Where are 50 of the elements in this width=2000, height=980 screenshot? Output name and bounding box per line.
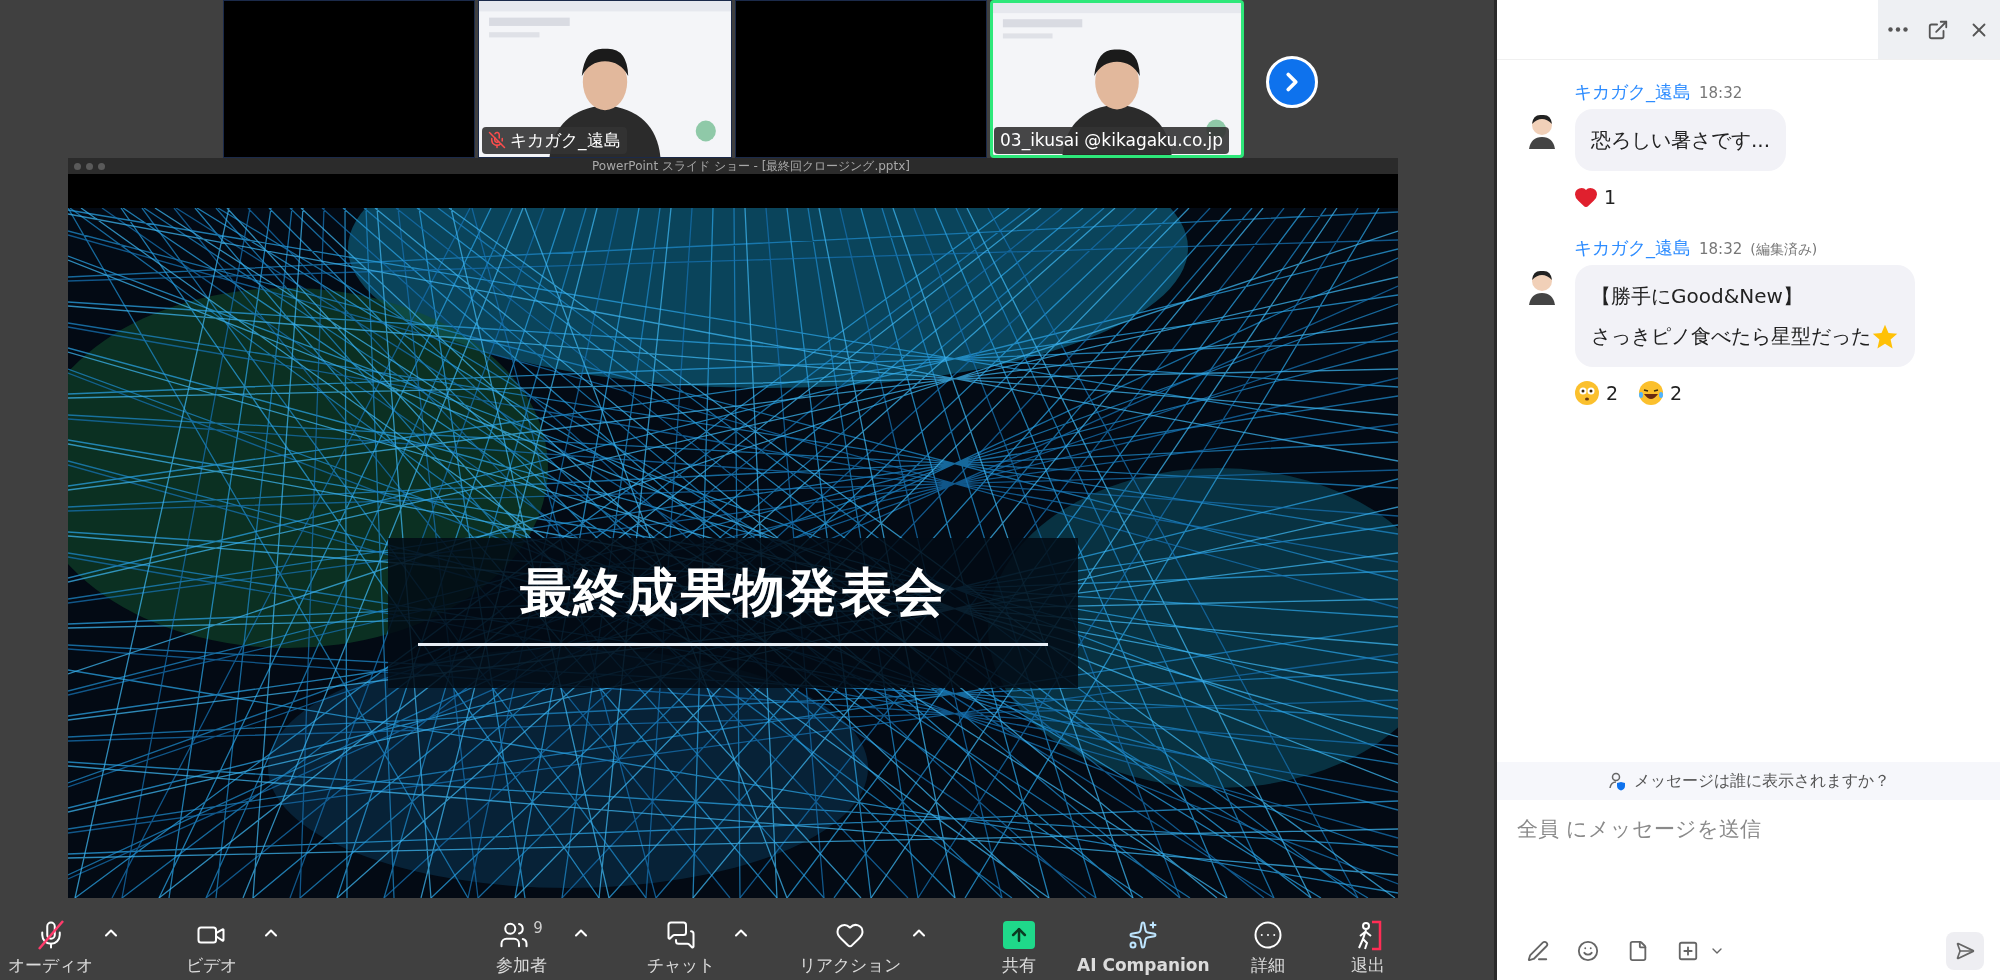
message-text: 【勝手にGood&New】 xyxy=(1591,282,1804,310)
message-input[interactable]: 全員 にメッセージを送信 xyxy=(1517,814,1980,846)
reaction-chip[interactable]: 2 xyxy=(1574,379,1619,408)
visibility-notice-bar[interactable]: メッセージは誰に表示されますか？ xyxy=(1497,762,2000,800)
message-text: 恐ろしい暑さです... xyxy=(1591,127,1771,154)
pen-icon xyxy=(1527,940,1549,962)
avatar xyxy=(1527,113,1557,149)
message-time: 18:32 xyxy=(1699,238,1743,260)
toolbar-button[interactable]: チャット xyxy=(631,916,731,978)
next-page-button[interactable] xyxy=(1266,56,1318,108)
toolbar-button[interactable]: リアクション xyxy=(791,916,909,978)
toolbar-button[interactable]: 9 参加者 xyxy=(471,916,571,978)
reaction-chip[interactable]: 2 xyxy=(1638,379,1683,408)
message-text: さっきピノ食べたら星型だった xyxy=(1591,320,1899,351)
toolbar-button[interactable]: 詳細 xyxy=(1217,916,1318,978)
toolbar-button[interactable]: ビデオ xyxy=(161,916,261,978)
reaction-chip[interactable]: 1 xyxy=(1574,183,1617,212)
more-button[interactable] xyxy=(1887,27,1908,32)
message-time: 18:32 xyxy=(1699,83,1743,104)
avatar xyxy=(1527,268,1557,305)
person-shield-icon xyxy=(1607,771,1628,791)
chat-icon xyxy=(666,919,696,950)
window-title: PowerPoint スライド ショー - [最終回クロージング.pptx] xyxy=(591,160,911,172)
send-icon xyxy=(1955,941,1975,961)
format-text-button[interactable] xyxy=(1527,940,1549,962)
pop-out-icon xyxy=(1927,18,1949,41)
participant-name-label: キカガク_遠島 xyxy=(482,126,627,154)
send-button[interactable] xyxy=(1946,932,1984,970)
toolbar-button[interactable]: オーディオ xyxy=(0,916,101,978)
square-plus-icon xyxy=(1677,940,1699,962)
toolbar-button[interactable]: AI Companion xyxy=(1069,916,1218,978)
heart-icon xyxy=(1574,185,1598,210)
emoji-button[interactable] xyxy=(1577,940,1599,962)
edited-note: (編集済み) xyxy=(1750,239,1818,259)
muted-mic-icon xyxy=(488,131,506,150)
share-icon xyxy=(1003,920,1035,949)
file-button[interactable] xyxy=(1627,940,1649,962)
laughing-face-icon xyxy=(1638,380,1665,407)
screenshot-button[interactable] xyxy=(1677,940,1699,962)
toolbar-button[interactable]: 共有 xyxy=(969,916,1069,978)
participant-name-label: 03_ikusai @kikagaku.co.jp xyxy=(994,126,1229,154)
sparkle-icon xyxy=(1128,919,1159,950)
smiley-icon xyxy=(1577,940,1599,962)
file-icon xyxy=(1627,940,1649,962)
ellipsis-icon xyxy=(1887,27,1908,32)
pop-out-button[interactable] xyxy=(1927,18,1949,41)
more-icon xyxy=(1252,919,1283,950)
slide-title: 最終成果物発表会 xyxy=(519,561,947,624)
toolbar-button[interactable]: 退出 xyxy=(1317,916,1418,978)
flushed-face-icon xyxy=(1574,380,1600,407)
